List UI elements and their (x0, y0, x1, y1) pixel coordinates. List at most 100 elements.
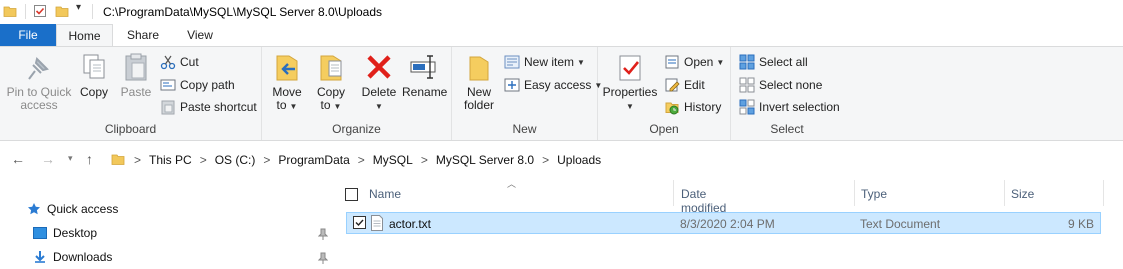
copy-path-button[interactable]: Copy path (160, 75, 235, 95)
up-arrow-icon[interactable]: ↑ (86, 151, 93, 167)
invert-selection-icon (739, 99, 755, 115)
invert-selection-button[interactable]: Invert selection (739, 97, 840, 117)
column-header-name[interactable]: Name (369, 187, 401, 201)
chevron-down-icon: ▼ (716, 57, 725, 67)
select-none-label: Select none (759, 78, 823, 92)
column-divider[interactable] (673, 180, 674, 206)
open-label: Open (684, 55, 714, 69)
pin-label-line2: access (20, 98, 58, 112)
chevron-right-icon[interactable]: > (134, 153, 141, 167)
copy-to-button[interactable]: Copy to ▼ (312, 51, 350, 113)
address-bar[interactable]: > This PC > OS (C:) > ProgramData > MySQ… (106, 146, 1123, 172)
copy-to-icon (320, 55, 342, 81)
sidebar-item-label: Quick access (47, 202, 119, 216)
select-all-checkbox[interactable] (345, 188, 358, 201)
rename-button[interactable]: Rename (402, 51, 447, 99)
select-none-button[interactable]: Select none (739, 75, 822, 95)
sidebar-item-quick-access[interactable]: Quick access (27, 202, 118, 216)
folder-icon (111, 152, 125, 169)
move-to-label-line1: Move (272, 85, 302, 99)
column-divider[interactable] (1103, 180, 1104, 206)
new-item-button[interactable]: New item ▼ (504, 52, 585, 72)
sidebar-item-label: Desktop (53, 226, 98, 240)
select-group: Select all Select none Invert selection … (731, 47, 843, 140)
chevron-right-icon[interactable]: > (200, 153, 207, 167)
navigation-pane: Quick access Desktop Downloads (0, 176, 340, 269)
chevron-right-icon[interactable]: > (421, 153, 428, 167)
chevron-right-icon[interactable]: > (263, 153, 270, 167)
chevron-down-icon: ▼ (577, 57, 585, 67)
select-none-icon (739, 77, 755, 93)
breadcrumb-uploads[interactable]: Uploads (557, 153, 601, 167)
cut-label: Cut (180, 55, 199, 69)
properties-icon[interactable] (33, 4, 47, 21)
column-header-type[interactable]: Type (861, 187, 887, 201)
paste-shortcut-button[interactable]: Paste shortcut (160, 97, 257, 117)
new-item-label: New item (524, 55, 575, 69)
paste-label: Paste (120, 85, 152, 99)
copy-button[interactable]: Copy (76, 51, 112, 99)
paste-button[interactable]: Paste (118, 51, 154, 99)
column-header-date-modified[interactable]: Date modified (681, 187, 726, 215)
forward-arrow-icon[interactable]: → (41, 151, 55, 167)
table-row[interactable]: actor.txt 8/3/2020 2:04 PM Text Document… (346, 212, 1101, 234)
breadcrumb-programdata[interactable]: ProgramData (278, 153, 349, 167)
easy-access-button[interactable]: Easy access ▼ (504, 75, 602, 95)
cut-button[interactable]: Cut (160, 52, 199, 72)
open-group-label: Open (649, 122, 679, 136)
file-date-modified: 8/3/2020 2:04 PM (680, 217, 775, 231)
chevron-right-icon[interactable]: > (358, 153, 365, 167)
tab-share[interactable]: Share (113, 24, 173, 46)
chevron-down-icon: ▼ (626, 102, 634, 111)
star-icon (28, 203, 40, 215)
column-divider[interactable] (854, 180, 855, 206)
move-to-button[interactable]: Move to ▼ (268, 51, 306, 113)
edit-button[interactable]: Edit (664, 75, 705, 95)
tab-home[interactable]: Home (56, 24, 113, 47)
delete-button[interactable]: Delete ▼ (359, 51, 399, 113)
folder-icon (3, 4, 17, 21)
pin-to-quick-access-button[interactable]: Pin to Quick access (4, 51, 74, 112)
breadcrumb-mysql-server[interactable]: MySQL Server 8.0 (436, 153, 534, 167)
title-bar: ▾ C:\ProgramData\MySQL\MySQL Server 8.0\… (0, 0, 1123, 24)
tab-view[interactable]: View (173, 24, 227, 46)
history-button[interactable]: History (664, 97, 721, 117)
easy-access-label: Easy access (524, 78, 592, 92)
breadcrumb-os-c[interactable]: OS (C:) (215, 153, 256, 167)
new-group: New folder New item ▼ Easy access ▼ New (452, 47, 602, 140)
chevron-down-icon: ▼ (375, 102, 383, 111)
sidebar-item-downloads[interactable]: Downloads (33, 250, 112, 264)
column-header-size[interactable]: Size (1011, 187, 1034, 201)
easy-access-icon (504, 78, 520, 92)
scissors-icon (160, 55, 176, 70)
new-folder-label-line1: New (466, 85, 491, 99)
breadcrumb-this-pc[interactable]: This PC (149, 153, 192, 167)
properties-button[interactable]: Properties ▼ (602, 51, 658, 113)
breadcrumb-mysql[interactable]: MySQL (373, 153, 413, 167)
pin-icon[interactable] (317, 228, 329, 243)
open-button[interactable]: Open ▼ (664, 52, 724, 72)
row-checkbox[interactable] (353, 216, 366, 229)
edit-label: Edit (684, 78, 705, 92)
history-icon (665, 102, 679, 115)
file-type: Text Document (860, 217, 941, 231)
chevron-right-icon[interactable]: > (542, 153, 549, 167)
new-folder-icon[interactable] (55, 4, 69, 21)
back-arrow-icon[interactable]: ← (11, 151, 25, 167)
copy-icon (83, 54, 105, 79)
sidebar-item-desktop[interactable]: Desktop (33, 226, 97, 240)
file-list: ︿ Name Date modified Type Size actor.txt… (340, 176, 1123, 269)
window-title: C:\ProgramData\MySQL\MySQL Server 8.0\Up… (103, 5, 382, 19)
select-all-button[interactable]: Select all (739, 52, 808, 72)
customize-toolbar-icon[interactable]: ▾ (76, 2, 81, 13)
edit-icon (665, 78, 680, 92)
column-divider[interactable] (1004, 180, 1005, 206)
pin-label-line1: Pin to Quick (6, 85, 72, 99)
recent-locations-chevron-icon[interactable]: ▾ (68, 153, 73, 164)
paste-shortcut-icon (161, 100, 175, 115)
new-folder-button[interactable]: New folder (460, 51, 498, 112)
delete-label: Delete (361, 85, 397, 99)
copy-label: Copy (79, 85, 108, 99)
pin-icon[interactable] (317, 252, 329, 267)
tab-file[interactable]: File (0, 24, 56, 46)
